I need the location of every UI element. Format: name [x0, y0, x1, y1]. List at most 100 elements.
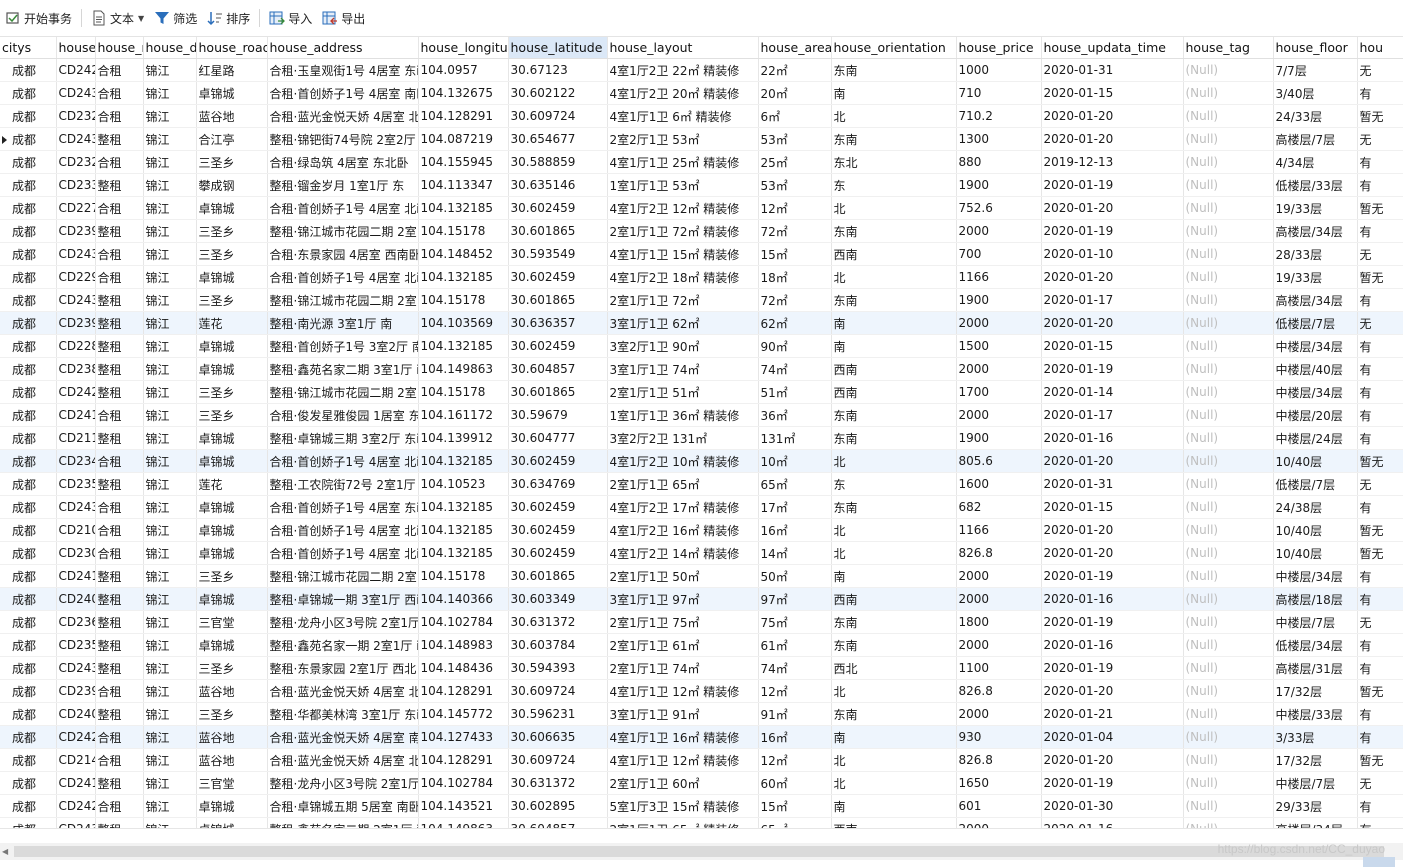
cell-house-road[interactable]: 卓锦城: [196, 518, 268, 542]
cell-citys[interactable]: 成都: [0, 173, 57, 197]
cell-house-price[interactable]: 1500: [956, 334, 1042, 358]
cell-house-latitude[interactable]: 30.604857: [508, 357, 608, 381]
table-row[interactable]: 成都 CD242 整租 锦江 三圣乡 整租·锦江城市花园二期 2室 104.15178 30.…: [0, 380, 1403, 404]
cell-house-price[interactable]: 1900: [956, 288, 1042, 312]
cell-house-orientation[interactable]: 北: [831, 541, 957, 565]
cell-house-layout[interactable]: 4室1厅2卫 22㎡ 精装修: [607, 58, 759, 82]
table-row[interactable]: 成都 CD243 整租 锦江 三圣乡 整租·锦江城市花园二期 2室 104.15178 30.…: [0, 288, 1403, 312]
cell-house-elevator[interactable]: 有: [1357, 150, 1403, 174]
cell-house-longitude[interactable]: 104.127433: [418, 725, 509, 749]
cell-house-floor[interactable]: 中楼层/7层: [1273, 771, 1358, 795]
cell-house-tag[interactable]: (Null): [1183, 771, 1274, 795]
cell-house-layout[interactable]: 4室1厅2卫 18㎡ 精装修: [607, 265, 759, 289]
cell-house-layout[interactable]: 3室2厅2卫 131㎡: [607, 426, 759, 450]
cell-house-road[interactable]: 三圣乡: [196, 564, 268, 588]
cell-house-district[interactable]: 锦江: [143, 426, 197, 450]
cell-house-rent-type[interactable]: 整租: [95, 587, 144, 611]
cell-house-id[interactable]: CD214: [56, 748, 96, 772]
cell-house-layout[interactable]: 2室1厅1卫 61㎡: [607, 633, 759, 657]
cell-house-road[interactable]: 三官堂: [196, 610, 268, 634]
table-row[interactable]: 成都 CD243 合租 锦江 卓锦城 合租·首创娇子1号 4居室 东i 104.132185…: [0, 495, 1403, 519]
cell-house-tag[interactable]: (Null): [1183, 403, 1274, 427]
cell-house-district[interactable]: 锦江: [143, 633, 197, 657]
cell-house-district[interactable]: 锦江: [143, 449, 197, 473]
cell-citys[interactable]: 成都: [0, 610, 57, 634]
cell-house-road[interactable]: 蓝谷地: [196, 748, 268, 772]
cell-house-longitude[interactable]: 104.161172: [418, 403, 509, 427]
cell-house-updata-time[interactable]: 2020-01-20: [1041, 265, 1184, 289]
cell-house-floor[interactable]: 中楼层/24层: [1273, 426, 1358, 450]
cell-house-latitude[interactable]: 30.602459: [508, 196, 608, 220]
cell-house-orientation[interactable]: 西南: [831, 587, 957, 611]
cell-house-price[interactable]: 2000: [956, 357, 1042, 381]
cell-house-layout[interactable]: 2室1厅1卫 75㎡: [607, 610, 759, 634]
export-button[interactable]: 导出: [317, 6, 370, 30]
cell-house-area[interactable]: 10㎡: [758, 449, 832, 473]
cell-house-orientation[interactable]: 南: [831, 794, 957, 818]
cell-house-updata-time[interactable]: 2020-01-30: [1041, 794, 1184, 818]
cell-house-updata-time[interactable]: 2020-01-20: [1041, 541, 1184, 565]
column-header-house-latitude[interactable]: house_latitude: [508, 37, 608, 59]
cell-house-updata-time[interactable]: 2020-01-16: [1041, 426, 1184, 450]
cell-house-price[interactable]: 826.8: [956, 748, 1042, 772]
cell-house-rent-type[interactable]: 合租: [95, 104, 144, 128]
cell-house-price[interactable]: 1600: [956, 472, 1042, 496]
cell-citys[interactable]: 成都: [0, 472, 57, 496]
column-header-house-rent-type[interactable]: house_r: [95, 37, 144, 59]
cell-house-address[interactable]: 合租·蓝光金悦天娇 4居室 北: [267, 748, 419, 772]
table-row[interactable]: 成都 CD241 整租 锦江 三官堂 整租·龙舟小区3号院 2室1厅 104.102784 3…: [0, 771, 1403, 795]
cell-house-rent-type[interactable]: 整租: [95, 127, 144, 151]
cell-house-area[interactable]: 12㎡: [758, 196, 832, 220]
cell-house-elevator[interactable]: 无: [1357, 472, 1403, 496]
cell-house-rent-type[interactable]: 合租: [95, 725, 144, 749]
cell-house-layout[interactable]: 3室1厅1卫 97㎡: [607, 587, 759, 611]
cell-house-id[interactable]: CD242: [56, 794, 96, 818]
cell-house-road[interactable]: 三圣乡: [196, 702, 268, 726]
cell-house-latitude[interactable]: 30.634769: [508, 472, 608, 496]
cell-house-layout[interactable]: 4室1厅1卫 25㎡ 精装修: [607, 150, 759, 174]
cell-house-area[interactable]: 18㎡: [758, 265, 832, 289]
cell-house-rent-type[interactable]: 整租: [95, 702, 144, 726]
cell-house-updata-time[interactable]: 2020-01-19: [1041, 357, 1184, 381]
cell-house-tag[interactable]: (Null): [1183, 104, 1274, 128]
cell-house-layout[interactable]: 3室2厅1卫 90㎡: [607, 334, 759, 358]
cell-house-road[interactable]: 攀成钢: [196, 173, 268, 197]
cell-house-latitude[interactable]: 30.594393: [508, 656, 608, 680]
cell-house-address[interactable]: 合租·蓝光金悦天娇 4居室 南: [267, 725, 419, 749]
cell-house-rent-type[interactable]: 整租: [95, 426, 144, 450]
column-header-house-floor[interactable]: house_floor: [1273, 37, 1358, 59]
cell-house-tag[interactable]: (Null): [1183, 679, 1274, 703]
cell-house-orientation[interactable]: 东南: [831, 403, 957, 427]
cell-house-elevator[interactable]: 无: [1357, 242, 1403, 266]
cell-house-price[interactable]: 1100: [956, 656, 1042, 680]
cell-house-district[interactable]: 锦江: [143, 265, 197, 289]
cell-house-orientation[interactable]: 东: [831, 173, 957, 197]
cell-house-address[interactable]: 整租·锦江城市花园二期 2室: [267, 219, 419, 243]
cell-house-address[interactable]: 整租·锦钯街74号院 2室2厅: [267, 127, 419, 151]
cell-house-latitude[interactable]: 30.631372: [508, 610, 608, 634]
cell-house-updata-time[interactable]: 2019-12-13: [1041, 150, 1184, 174]
cell-house-district[interactable]: 锦江: [143, 403, 197, 427]
cell-citys[interactable]: 成都: [0, 679, 57, 703]
cell-house-rent-type[interactable]: 合租: [95, 81, 144, 105]
cell-house-elevator[interactable]: 无: [1357, 610, 1403, 634]
cell-house-area[interactable]: 72㎡: [758, 288, 832, 312]
cell-house-longitude[interactable]: 104.148452: [418, 242, 509, 266]
column-header-house-address[interactable]: house_address: [267, 37, 419, 59]
cell-house-district[interactable]: 锦江: [143, 541, 197, 565]
cell-house-road[interactable]: 蓝谷地: [196, 104, 268, 128]
cell-house-price[interactable]: 2000: [956, 403, 1042, 427]
cell-house-updata-time[interactable]: 2020-01-19: [1041, 173, 1184, 197]
cell-house-area[interactable]: 15㎡: [758, 794, 832, 818]
cell-house-address[interactable]: 整租·龙舟小区3号院 2室1厅: [267, 610, 419, 634]
cell-house-road[interactable]: 卓锦城: [196, 81, 268, 105]
cell-house-orientation[interactable]: 东南: [831, 219, 957, 243]
cell-house-updata-time[interactable]: 2020-01-20: [1041, 518, 1184, 542]
cell-house-road[interactable]: 卓锦城: [196, 495, 268, 519]
cell-house-area[interactable]: 97㎡: [758, 587, 832, 611]
cell-house-updata-time[interactable]: 2020-01-19: [1041, 656, 1184, 680]
cell-house-longitude[interactable]: 104.148983: [418, 633, 509, 657]
cell-house-road[interactable]: 卓锦城: [196, 817, 268, 828]
cell-house-orientation[interactable]: 北: [831, 771, 957, 795]
cell-house-floor[interactable]: 中楼层/34层: [1273, 380, 1358, 404]
